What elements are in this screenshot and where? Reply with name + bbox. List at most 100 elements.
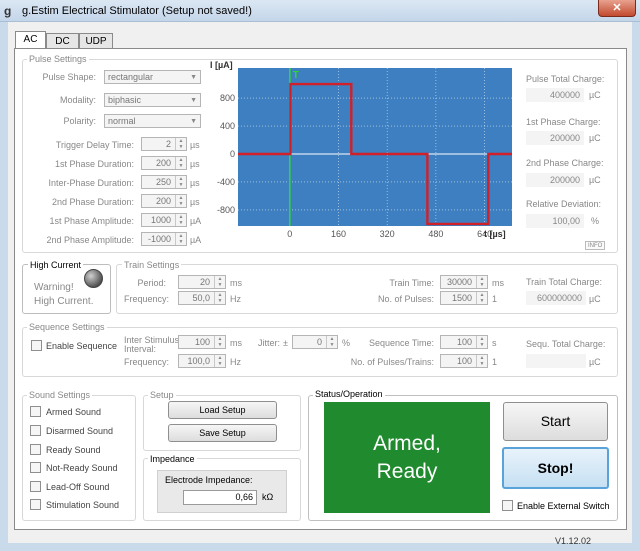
first-phase-charge-label: 1st Phase Charge: <box>526 117 601 127</box>
train-time-value: 30000 <box>446 277 472 287</box>
num-pulses-input[interactable]: 1500 ▲ ▼ <box>440 291 488 305</box>
tab-ac[interactable]: AC <box>15 31 46 49</box>
load-setup-button[interactable]: Load Setup <box>168 401 277 419</box>
polarity-label: Polarity: <box>63 116 96 126</box>
sequence-frequency-value: 100,0 <box>187 356 210 366</box>
disarmed-sound-checkbox[interactable] <box>30 425 41 436</box>
electrode-impedance-label: Electrode Impedance: <box>165 475 253 485</box>
spin-arrows-icon[interactable]: ▲ ▼ <box>326 336 337 348</box>
enable-sequence-label: Enable Sequence <box>46 341 118 351</box>
relative-deviation-unit: % <box>591 216 600 226</box>
status-line1: Armed, <box>373 432 441 455</box>
first-phase-amplitude-label: 1st Phase Amplitude: <box>49 216 134 226</box>
train-time-input[interactable]: 30000 ▲ ▼ <box>440 275 488 289</box>
isi-value: 100 <box>194 337 210 347</box>
status-operation-title: Status/Operation <box>313 389 385 399</box>
spin-arrows-icon[interactable]: ▲ ▼ <box>476 292 487 304</box>
pulse-total-charge-value: 400000 <box>526 88 584 102</box>
num-pulses-unit: 1 <box>492 294 498 304</box>
y-axis-label: I [µA] <box>210 60 233 70</box>
jitter-prefix: ± <box>283 338 288 348</box>
pulse-total-charge-label: Pulse Total Charge: <box>526 74 605 84</box>
lead-off-sound-checkbox[interactable] <box>30 481 41 492</box>
second-phase-amplitude-unit: µA <box>190 235 202 245</box>
pulse-settings-title: Pulse Settings <box>27 54 89 64</box>
second-phase-duration-input[interactable]: 200 ▲ ▼ <box>141 194 187 208</box>
polarity-value: normal <box>108 116 136 126</box>
stop-button[interactable]: Stop! <box>502 447 609 489</box>
spin-arrows-icon[interactable]: ▲ ▼ <box>214 292 225 304</box>
train-time-label: Train Time: <box>389 278 434 288</box>
train-settings-title: Train Settings <box>122 260 182 270</box>
ready-sound-label: Ready Sound <box>46 445 101 455</box>
num-pulses-trains-unit: 1 <box>492 357 498 367</box>
first-phase-amplitude-unit: µA <box>190 216 202 226</box>
pulse-shape-label: Pulse Shape: <box>42 72 96 82</box>
tab-udp[interactable]: UDP <box>79 33 113 49</box>
pulse-shape-select[interactable]: rectangular ▼ <box>104 70 201 84</box>
train-settings-group <box>116 264 618 314</box>
period-label: Period: <box>137 278 166 288</box>
spin-arrows-icon[interactable]: ▲ ▼ <box>214 355 225 367</box>
close-button[interactable]: ✕ <box>598 0 636 17</box>
spin-arrows-icon[interactable]: ▲ ▼ <box>214 336 225 348</box>
status-line2: Ready <box>376 460 438 483</box>
not-ready-sound-checkbox[interactable] <box>30 462 41 473</box>
isi-input[interactable]: 100 ▲ ▼ <box>178 335 226 349</box>
spin-arrows-icon[interactable]: ▲ ▼ <box>175 176 186 188</box>
y-tick-label: -800 <box>217 205 235 215</box>
spin-arrows-icon[interactable]: ▲ ▼ <box>214 276 225 288</box>
period-input[interactable]: 20 ▲ ▼ <box>178 275 226 289</box>
first-phase-duration-input[interactable]: 200 ▲ ▼ <box>141 156 187 170</box>
modality-select[interactable]: biphasic ▼ <box>104 93 201 107</box>
trigger-delay-input[interactable]: 2 ▲ ▼ <box>141 137 187 151</box>
high-current-title: High Current <box>28 260 84 270</box>
jitter-unit: % <box>342 338 351 348</box>
external-switch-checkbox[interactable] <box>502 500 513 511</box>
spin-arrows-icon[interactable]: ▲ ▼ <box>175 233 186 245</box>
spin-arrows-icon[interactable]: ▲ ▼ <box>175 195 186 207</box>
info-badge[interactable]: INFO <box>585 241 606 250</box>
first-phase-amplitude-input[interactable]: 1000 ▲ ▼ <box>141 213 187 227</box>
start-button[interactable]: Start <box>503 402 608 441</box>
sound-settings-title: Sound Settings <box>27 390 93 400</box>
sequence-time-value: 100 <box>456 337 472 347</box>
num-pulses-trains-input[interactable]: 100 ▲ ▼ <box>440 354 488 368</box>
train-time-unit: ms <box>492 278 504 288</box>
spin-arrows-icon[interactable]: ▲ ▼ <box>175 214 186 226</box>
enable-sequence-checkbox[interactable] <box>31 340 42 351</box>
trigger-marker-label: T <box>293 70 299 81</box>
sequence-frequency-input[interactable]: 100,0 ▲ ▼ <box>178 354 226 368</box>
tab-dc[interactable]: DC <box>46 33 79 49</box>
chevron-down-icon: ▼ <box>190 118 197 125</box>
x-axis-label: t [µs] <box>484 229 506 239</box>
external-switch-label: Enable External Switch <box>517 501 610 511</box>
polarity-select[interactable]: normal ▼ <box>104 114 201 128</box>
y-tick-label: 800 <box>220 93 235 103</box>
period-value: 20 <box>199 277 210 287</box>
save-setup-button[interactable]: Save Setup <box>168 424 277 442</box>
spin-arrows-icon[interactable]: ▲ ▼ <box>476 276 487 288</box>
spin-arrows-icon[interactable]: ▲ ▼ <box>175 157 186 169</box>
spin-arrows-icon[interactable]: ▲ ▼ <box>476 355 487 367</box>
sequence-frequency-unit: Hz <box>230 357 241 367</box>
spin-arrows-icon[interactable]: ▲ ▼ <box>175 138 186 150</box>
sequence-time-input[interactable]: 100 ▲ ▼ <box>440 335 488 349</box>
lead-off-sound-label: Lead-Off Sound <box>46 482 110 492</box>
chevron-down-icon: ▼ <box>190 74 197 81</box>
modality-label: Modality: <box>59 95 96 105</box>
armed-sound-checkbox[interactable] <box>30 406 41 417</box>
stimulation-sound-checkbox[interactable] <box>30 499 41 510</box>
train-frequency-input[interactable]: 50,0 ▲ ▼ <box>178 291 226 305</box>
sequence-total-charge-value <box>526 354 586 368</box>
sequence-settings-title: Sequence Settings <box>27 322 107 332</box>
chevron-down-icon: ▼ <box>190 97 197 104</box>
period-unit: ms <box>230 278 242 288</box>
jitter-value: 0 <box>316 337 322 347</box>
second-phase-charge-unit: µC <box>589 175 601 185</box>
ready-sound-checkbox[interactable] <box>30 444 41 455</box>
jitter-input[interactable]: 0 ▲ ▼ <box>292 335 338 349</box>
second-phase-amplitude-input[interactable]: -1000 ▲ ▼ <box>141 232 187 246</box>
inter-phase-duration-input[interactable]: 250 ▲ ▼ <box>141 175 187 189</box>
spin-arrows-icon[interactable]: ▲ ▼ <box>476 336 487 348</box>
